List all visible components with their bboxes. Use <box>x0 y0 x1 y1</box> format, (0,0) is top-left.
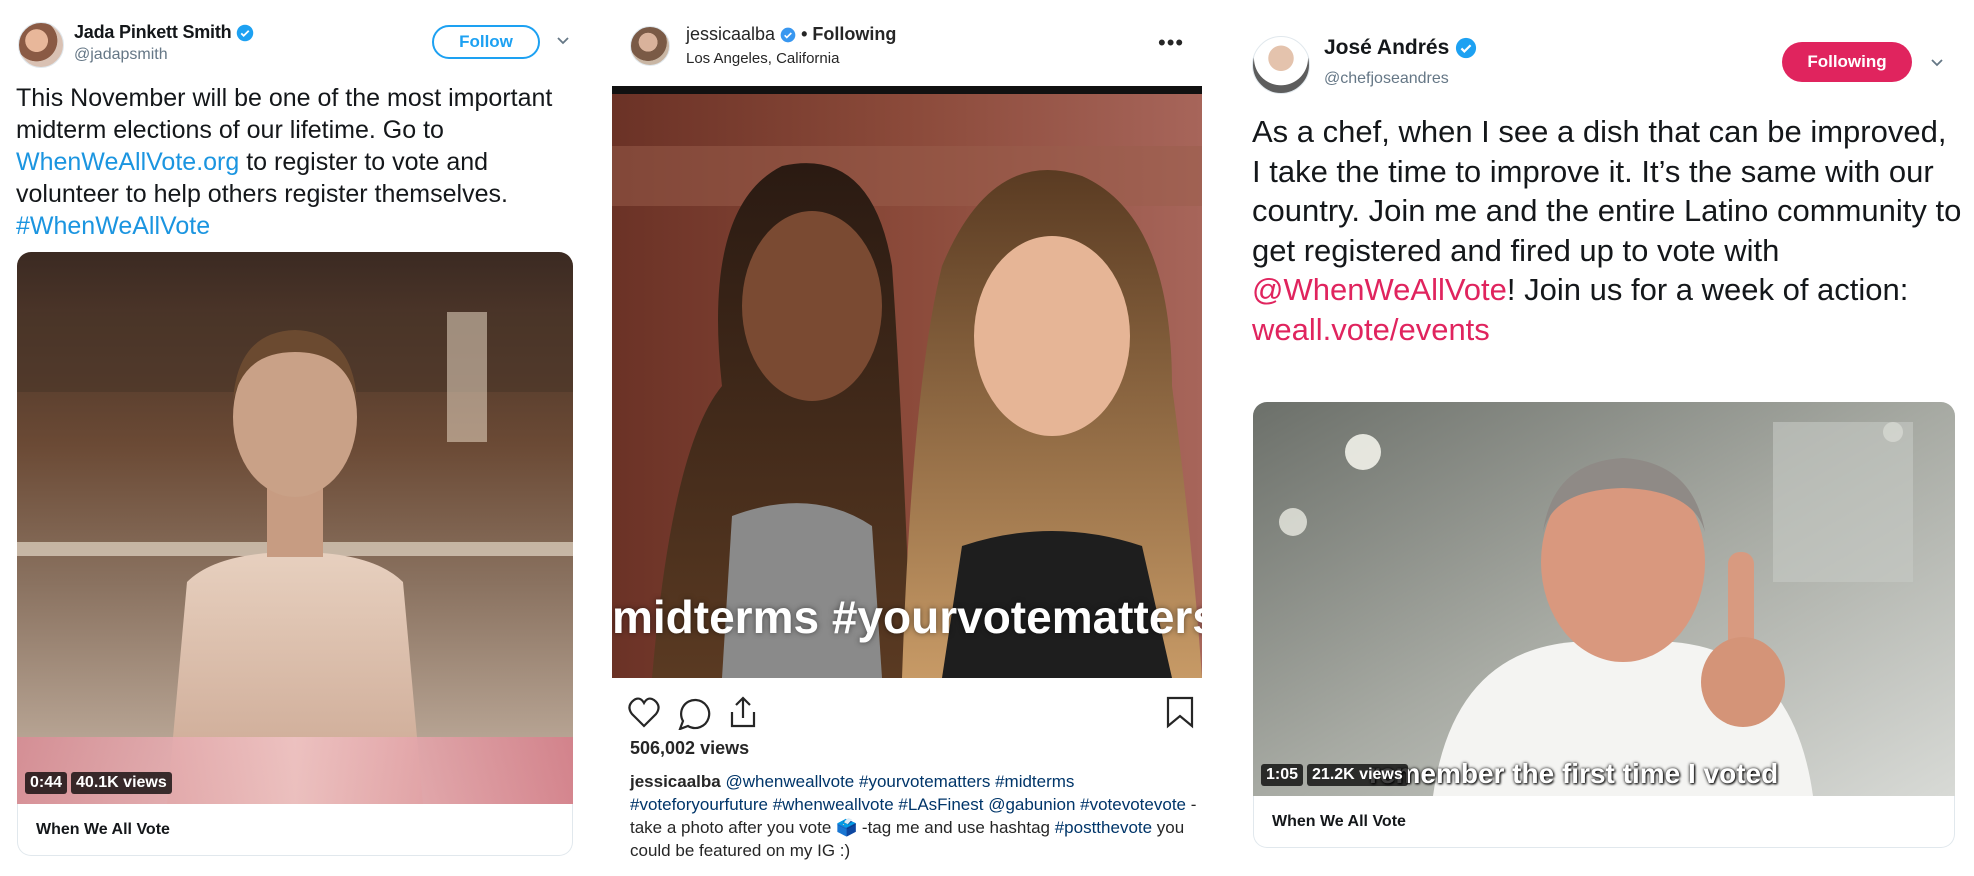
video-player[interactable]: 0:44 40.1K views <box>17 252 573 804</box>
verified-badge-icon <box>1456 38 1477 59</box>
card-title[interactable]: When We All Vote <box>1253 796 1955 848</box>
hashtag-link[interactable]: #WhenWeAllVote <box>16 212 210 240</box>
verified-badge-icon <box>237 25 254 42</box>
chevron-down-icon[interactable] <box>556 34 570 48</box>
video-views: 40.1K views <box>71 772 172 794</box>
view-count[interactable]: 506,002 views <box>630 738 749 759</box>
video-thumbnail <box>1253 402 1955 796</box>
tweet-text: As a chef, when I see a dish that can be… <box>1252 112 1962 349</box>
tweet-link[interactable]: WhenWeAllVote.org <box>16 148 239 176</box>
user-name[interactable]: José Andrés <box>1324 36 1477 60</box>
chevron-down-icon[interactable] <box>1930 56 1944 70</box>
avatar[interactable] <box>18 22 64 68</box>
post-actions <box>628 696 1194 730</box>
user-name-text[interactable]: Jada Pinkett Smith <box>74 22 232 42</box>
tweet-text-part: ! Join us for a week of action: <box>1506 272 1909 307</box>
mention-link[interactable]: @WhenWeAllVote <box>1252 272 1507 307</box>
heart-icon[interactable] <box>628 697 660 728</box>
avatar[interactable] <box>630 26 670 66</box>
hashtag-link[interactable]: #yourvotematters <box>859 772 990 791</box>
hashtag-link[interactable]: #postthevote <box>1055 818 1152 837</box>
mention-link[interactable]: @whenweallvote <box>725 772 854 791</box>
bookmark-icon[interactable] <box>1166 696 1194 729</box>
video-duration: 1:05 <box>1261 764 1304 786</box>
video-player[interactable]: remember the first time I voted 1:05 21.… <box>1253 402 1955 796</box>
user-handle[interactable]: @jadapsmith <box>74 46 168 64</box>
verified-badge-icon <box>780 27 796 43</box>
hashtag-link[interactable]: #voteforyourfuture <box>630 795 768 814</box>
share-icon[interactable] <box>730 696 756 728</box>
hashtag-link[interactable]: #votevotevote <box>1080 795 1186 814</box>
post-header: jessicaalba • Following <box>686 24 896 45</box>
photo-overlay-text: midterms #yourvotematters <box>612 591 1202 643</box>
location-link[interactable]: Los Angeles, California <box>686 50 839 67</box>
following-button[interactable]: Following <box>1782 42 1912 82</box>
user-name[interactable]: Jada Pinkett Smith <box>74 22 254 43</box>
hashtag-link[interactable]: #whenweallvote <box>773 795 894 814</box>
post-caption: jessicaalba @whenweallvote #yourvotematt… <box>630 770 1200 862</box>
instagram-post: jessicaalba • Following Los Angeles, Cal… <box>610 0 1220 876</box>
user-name[interactable]: jessicaalba <box>686 24 775 44</box>
following-status[interactable]: • Following <box>801 24 896 44</box>
post-photo[interactable]: midterms #yourvotematters <box>612 86 1202 678</box>
user-handle[interactable]: @chefjoseandres <box>1324 70 1449 88</box>
tweet-card-jose: José Andrés @chefjoseandres Following As… <box>1240 0 1974 876</box>
tweet-link[interactable]: weall.vote/events <box>1252 312 1490 347</box>
video-subtitle: remember the first time I voted <box>1369 758 1779 789</box>
avatar[interactable] <box>1252 36 1310 94</box>
video-badges: 1:05 21.2K views <box>1261 764 1408 786</box>
follow-button[interactable]: Follow <box>432 25 540 59</box>
tweet-text-part: As a chef, when I see a dish that can be… <box>1252 114 1962 268</box>
video-duration: 0:44 <box>25 772 68 794</box>
tweet-text: This November will be one of the most im… <box>16 82 576 242</box>
mention-link[interactable]: @gabunion <box>988 795 1075 814</box>
tweet-card-jada: Jada Pinkett Smith @jadapsmith Follow Th… <box>0 0 590 876</box>
video-thumbnail <box>17 252 573 804</box>
video-badges: 0:44 40.1K views <box>25 772 172 794</box>
card-title[interactable]: When We All Vote <box>17 804 573 856</box>
hashtag-link[interactable]: #midterms <box>995 772 1074 791</box>
tweet-text-part: This November will be one of the most im… <box>16 84 553 144</box>
caption-user[interactable]: jessicaalba <box>630 772 721 791</box>
hashtag-link[interactable]: #LAsFinest <box>898 795 983 814</box>
user-name-text[interactable]: José Andrés <box>1324 36 1449 59</box>
comment-icon[interactable] <box>678 698 711 730</box>
more-icon[interactable]: ••• <box>1158 30 1184 56</box>
video-views: 21.2K views <box>1307 764 1408 786</box>
